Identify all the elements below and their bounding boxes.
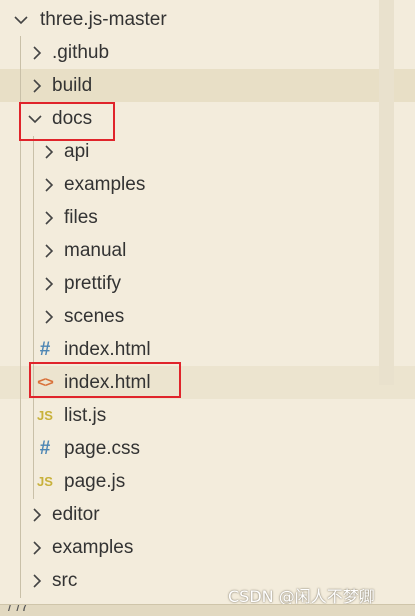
tree-item-label: api	[64, 141, 90, 162]
tree-item-label: index.html	[64, 372, 151, 393]
tree-item-page-css[interactable]: # page.css	[0, 432, 415, 465]
tree-item-label: prettify	[64, 273, 122, 294]
tree-item-page-js[interactable]: JS page.js	[0, 465, 415, 498]
chevron-down-icon	[14, 3, 28, 36]
chevron-down-icon	[28, 102, 42, 135]
tree-item-label: scenes	[64, 306, 125, 327]
tree-item-list-js[interactable]: JS list.js	[0, 399, 415, 432]
tree-item-index-css[interactable]: # index.html	[0, 333, 415, 366]
js-file-icon: JS	[37, 474, 53, 489]
chevron-right-icon	[30, 498, 44, 531]
tree-item-label: page.js	[64, 471, 126, 492]
file-explorer-tree: three.js-master .github build docs api e…	[0, 3, 415, 597]
tree-item-label: docs	[52, 108, 93, 129]
tree-item-label: index.html	[64, 339, 151, 360]
tree-item-label: page.css	[64, 438, 141, 459]
indent-guide	[20, 36, 21, 598]
tree-item-build[interactable]: build	[0, 69, 415, 102]
tree-item-label: three.js-master	[40, 9, 167, 30]
tree-item-manual[interactable]: manual	[0, 234, 415, 267]
html-file-icon: <>	[37, 374, 54, 391]
css-file-icon: #	[39, 438, 51, 459]
tree-item-examples[interactable]: examples	[0, 168, 415, 201]
chevron-right-icon	[42, 135, 56, 168]
chevron-right-icon	[30, 531, 44, 564]
tree-item-files[interactable]: files	[0, 201, 415, 234]
tree-item-scenes[interactable]: scenes	[0, 300, 415, 333]
tree-item-api[interactable]: api	[0, 135, 415, 168]
chevron-right-icon	[30, 564, 44, 597]
tree-item-label: editor	[52, 504, 100, 525]
status-text: / /7	[8, 604, 29, 615]
chevron-right-icon	[42, 168, 56, 201]
chevron-right-icon	[30, 36, 44, 69]
js-file-icon: JS	[37, 408, 53, 423]
status-bar: / /7	[0, 604, 415, 616]
tree-item-label: examples	[64, 174, 146, 195]
tree-item-editor[interactable]: editor	[0, 498, 415, 531]
tree-item-label: manual	[64, 240, 127, 261]
tree-item-examples-root[interactable]: examples	[0, 531, 415, 564]
indent-guide	[33, 136, 34, 499]
tree-item-label: files	[64, 207, 98, 228]
tree-item-label: examples	[52, 537, 134, 558]
chevron-right-icon	[30, 69, 44, 102]
tree-item-label: list.js	[64, 405, 107, 426]
tree-item-label: .github	[52, 42, 110, 63]
tree-item-label: build	[52, 75, 93, 96]
tree-item-docs[interactable]: docs	[0, 102, 415, 135]
tree-item-prettify[interactable]: prettify	[0, 267, 415, 300]
tree-item-github[interactable]: .github	[0, 36, 415, 69]
chevron-right-icon	[42, 201, 56, 234]
tree-item-index-html[interactable]: <> index.html	[0, 366, 415, 399]
tree-item-label: src	[52, 570, 78, 591]
chevron-right-icon	[42, 300, 56, 333]
css-file-icon: #	[39, 339, 51, 360]
vertical-scrollbar[interactable]	[379, 0, 394, 385]
chevron-right-icon	[42, 234, 56, 267]
tree-root-three-js-master[interactable]: three.js-master	[0, 3, 415, 36]
chevron-right-icon	[42, 267, 56, 300]
